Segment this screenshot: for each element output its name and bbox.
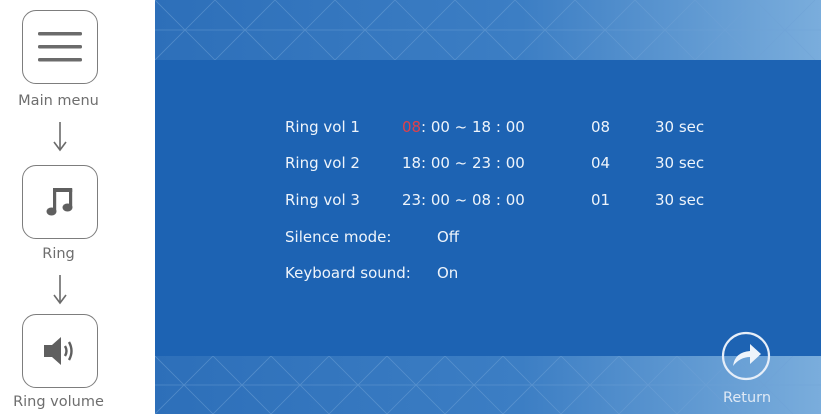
silence-mode-value[interactable]: Off [437, 228, 459, 246]
return-arrow-icon [721, 331, 771, 381]
ring-vol-1-volume[interactable]: 08 [591, 118, 610, 136]
ring-vol-2-start-hour[interactable]: 18 [402, 154, 421, 172]
arrow-down-icon [53, 122, 67, 152]
ring-vol-3-start-hour[interactable]: 23 [402, 191, 421, 209]
ring-vol-2-label: Ring vol 2 [285, 154, 360, 172]
ring-vol-2-time-range[interactable]: : 00 ~ 23 : 00 [421, 154, 525, 172]
keyboard-sound-label: Keyboard sound: [285, 264, 411, 282]
music-note-icon [46, 188, 73, 216]
ring-vol-3-volume[interactable]: 01 [591, 191, 610, 209]
ring-label: Ring [42, 246, 75, 262]
return-label: Return [722, 390, 772, 406]
settings-panel: Ring vol 1 08 : 00 ~ 18 : 00 08 30 sec R… [155, 60, 821, 356]
ring-volume-label: Ring volume [13, 394, 104, 410]
menu-icon [38, 32, 82, 62]
ring-button[interactable] [22, 165, 98, 239]
ring-vol-1-time-range[interactable]: : 00 ~ 18 : 00 [421, 118, 525, 136]
ring-vol-1-start-hour[interactable]: 08 [402, 118, 421, 136]
return-button[interactable]: Return [717, 330, 777, 410]
top-decorative-band [155, 0, 821, 60]
ring-vol-1-label: Ring vol 1 [285, 118, 360, 136]
speaker-icon [44, 337, 73, 365]
main-menu-button[interactable] [22, 10, 98, 84]
left-nav: Main menu Ring Ring volume [0, 0, 155, 414]
arrow-down-icon [53, 275, 67, 305]
ring-vol-2-duration[interactable]: 30 sec [655, 154, 704, 172]
ring-vol-3-duration[interactable]: 30 sec [655, 191, 704, 209]
keyboard-sound-value[interactable]: On [437, 264, 458, 282]
main-menu-label: Main menu [18, 93, 99, 109]
silence-mode-label: Silence mode: [285, 228, 392, 246]
ring-volume-button[interactable] [22, 314, 98, 388]
ring-vol-3-label: Ring vol 3 [285, 191, 360, 209]
ring-vol-3-time-range[interactable]: : 00 ~ 08 : 00 [421, 191, 525, 209]
ring-vol-2-volume[interactable]: 04 [591, 154, 610, 172]
settings-screen: Ring vol 1 08 : 00 ~ 18 : 00 08 30 sec R… [155, 0, 821, 414]
ring-vol-1-duration[interactable]: 30 sec [655, 118, 704, 136]
